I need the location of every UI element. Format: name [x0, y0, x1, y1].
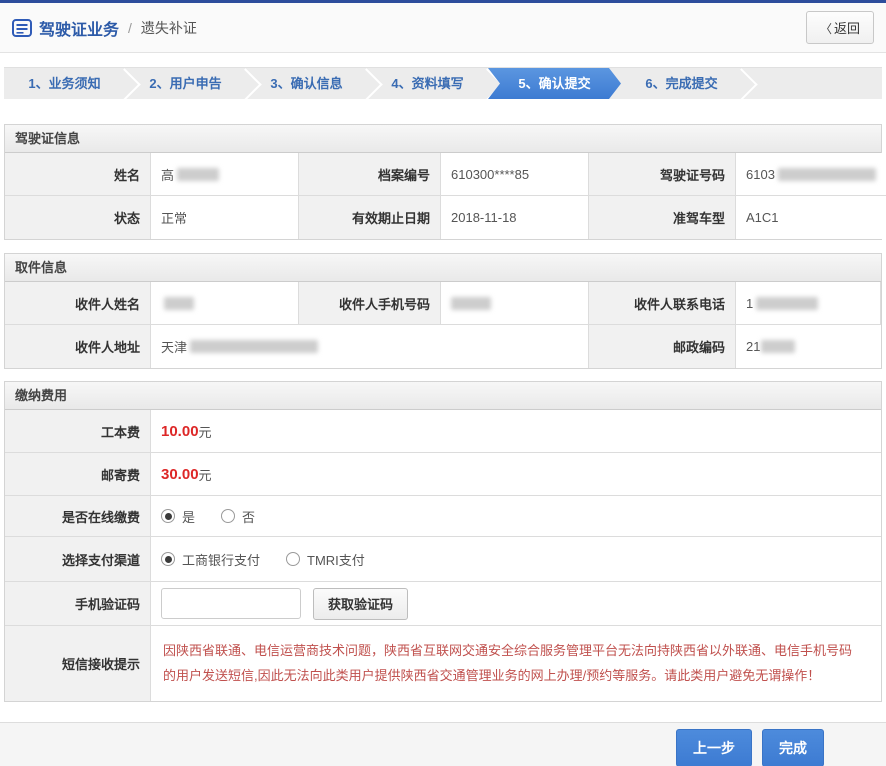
- payment-section-title: 缴纳费用: [5, 382, 881, 410]
- sms-code-input[interactable]: [161, 588, 301, 619]
- license-no-value: 6103: [736, 153, 886, 196]
- license-info-table: 姓名 高 档案编号 610300****85 驾驶证号码 6103 状态 正常 …: [5, 153, 881, 239]
- postcode-label: 邮政编码: [589, 325, 736, 368]
- license-section-title: 驾驶证信息: [5, 125, 881, 153]
- recipient-phone-value: 1: [736, 282, 881, 325]
- payment-channel-options: 工商银行支付 TMRI支付: [151, 537, 881, 582]
- sms-code-field: 获取验证码: [151, 582, 881, 626]
- cost-fee-row: 工本费 10.00元: [5, 410, 881, 453]
- radio-label: 是: [182, 507, 195, 526]
- name-label: 姓名: [5, 153, 151, 196]
- online-payment-label: 是否在线缴费: [5, 496, 151, 537]
- redacted-name: [177, 168, 219, 181]
- get-code-button[interactable]: 获取验证码: [313, 588, 408, 620]
- fee-unit: 元: [199, 465, 212, 484]
- recipient-name-value: [151, 282, 299, 325]
- name-value: 高: [151, 153, 299, 196]
- redacted-recipient-phone: [756, 297, 818, 310]
- radio-channel-icbc[interactable]: 工商银行支付: [161, 550, 260, 569]
- page-subtitle: 遗失补证: [141, 18, 197, 38]
- radio-label: 工商银行支付: [182, 550, 260, 569]
- redacted-address: [190, 340, 318, 353]
- payment-section: 缴纳费用 工本费 10.00元 邮寄费 30.00元 是否在线缴费 是 否 选择…: [4, 381, 882, 702]
- main-content: 驾驶证信息 姓名 高 档案编号 610300****85 驾驶证号码 6103 …: [4, 124, 882, 702]
- radio-label: TMRI支付: [307, 550, 365, 569]
- sms-notice-label: 短信接收提示: [5, 626, 151, 701]
- footer-action-bar: 上一步 完成: [0, 722, 886, 766]
- step-progress-bar: 1、业务须知 2、用户申告 3、确认信息 4、资料填写 5、确认提交 6、完成提…: [4, 67, 882, 99]
- radio-selected-icon: [161, 509, 175, 523]
- postage-value: 30.00元: [151, 453, 881, 496]
- back-chevron-icon: 〈: [820, 22, 832, 36]
- previous-step-button[interactable]: 上一步: [676, 729, 752, 766]
- payment-channel-label: 选择支付渠道: [5, 537, 151, 582]
- redacted-recipient-name: [164, 297, 194, 310]
- radio-selected-icon: [161, 552, 175, 566]
- radio-unselected-icon: [221, 509, 235, 523]
- recipient-name-label: 收件人姓名: [5, 282, 151, 325]
- address-value: 天津: [151, 325, 589, 368]
- sms-code-label: 手机验证码: [5, 582, 151, 626]
- redacted-postcode: [761, 340, 795, 353]
- expiry-label: 有效期止日期: [299, 196, 441, 239]
- page-title: 驾驶证业务: [39, 16, 119, 40]
- sms-notice-row: 短信接收提示 因陕西省联通、电信运营商技术问题，陕西省互联网交通安全综合服务管理…: [5, 626, 881, 701]
- sms-notice-text: 因陕西省联通、电信运营商技术问题，陕西省互联网交通安全综合服务管理平台无法向持陕…: [151, 626, 881, 701]
- postage-label: 邮寄费: [5, 453, 151, 496]
- redacted-license-no: [778, 168, 876, 181]
- redacted-recipient-mobile: [451, 297, 491, 310]
- fee-unit: 元: [199, 422, 212, 441]
- step-6-complete[interactable]: 6、完成提交: [621, 68, 742, 99]
- step-1-notice[interactable]: 1、业务须知: [4, 68, 125, 99]
- step-2-declaration[interactable]: 2、用户申告: [125, 68, 246, 99]
- step-5-confirm-submit[interactable]: 5、确认提交: [488, 68, 621, 99]
- payment-channel-row: 选择支付渠道 工商银行支付 TMRI支付: [5, 537, 881, 582]
- expiry-value: 2018-11-18: [441, 196, 589, 239]
- cost-fee-label: 工本费: [5, 410, 151, 453]
- step-4-fill-data[interactable]: 4、资料填写: [367, 68, 488, 99]
- recipient-mobile-value: [441, 282, 589, 325]
- pickup-info-section: 取件信息 收件人姓名 收件人手机号码 收件人联系电话 1 收件人地址 天津 邮政…: [4, 253, 882, 369]
- license-no-label: 驾驶证号码: [589, 153, 736, 196]
- step-3-confirm-info[interactable]: 3、确认信息: [246, 68, 367, 99]
- finish-button[interactable]: 完成: [762, 729, 824, 766]
- breadcrumb: 驾驶证业务 / 遗失补证: [12, 16, 197, 40]
- radio-label: 否: [242, 507, 255, 526]
- status-value: 正常: [151, 196, 299, 239]
- pickup-section-title: 取件信息: [5, 254, 881, 282]
- postcode-value: 21: [736, 325, 881, 368]
- back-button-label: 返回: [834, 21, 860, 36]
- vehicle-type-value: A1C1: [736, 196, 886, 239]
- radio-online-yes[interactable]: 是: [161, 507, 195, 526]
- online-payment-options: 是 否: [151, 496, 881, 537]
- license-info-section: 驾驶证信息 姓名 高 档案编号 610300****85 驾驶证号码 6103 …: [4, 124, 882, 240]
- file-no-label: 档案编号: [299, 153, 441, 196]
- pickup-info-table: 收件人姓名 收件人手机号码 收件人联系电话 1 收件人地址 天津 邮政编码 21: [5, 282, 881, 368]
- postage-fee-row: 邮寄费 30.00元: [5, 453, 881, 496]
- radio-online-no[interactable]: 否: [221, 507, 255, 526]
- status-label: 状态: [5, 196, 151, 239]
- cost-fee-value: 10.00元: [151, 410, 881, 453]
- address-label: 收件人地址: [5, 325, 151, 368]
- online-payment-row: 是否在线缴费 是 否: [5, 496, 881, 537]
- breadcrumb-separator: /: [128, 20, 132, 36]
- file-no-value: 610300****85: [441, 153, 589, 196]
- radio-unselected-icon: [286, 552, 300, 566]
- recipient-mobile-label: 收件人手机号码: [299, 282, 441, 325]
- back-button[interactable]: 〈返回: [806, 11, 874, 44]
- radio-channel-tmri[interactable]: TMRI支付: [286, 550, 365, 569]
- recipient-phone-label: 收件人联系电话: [589, 282, 736, 325]
- license-service-icon: [12, 19, 32, 37]
- page-header: 驾驶证业务 / 遗失补证 〈返回: [0, 3, 886, 53]
- vehicle-type-label: 准驾车型: [589, 196, 736, 239]
- sms-code-row: 手机验证码 获取验证码: [5, 582, 881, 626]
